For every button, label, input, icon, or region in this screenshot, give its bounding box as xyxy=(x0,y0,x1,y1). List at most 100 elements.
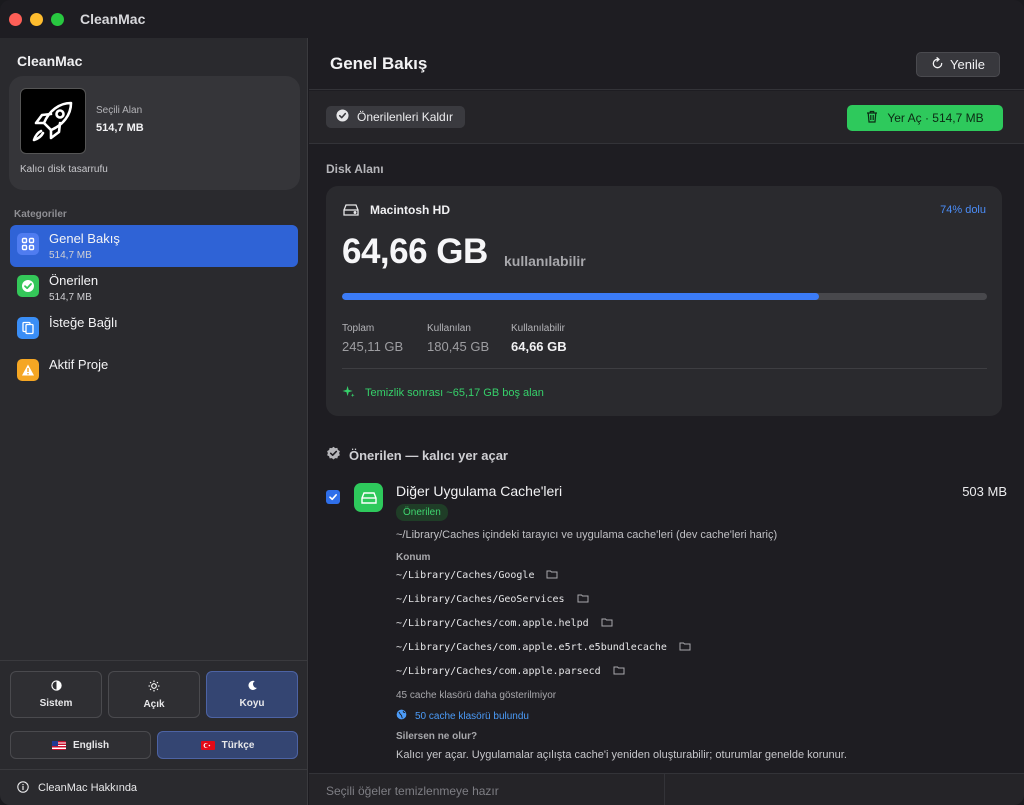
found-folders-link[interactable]: 50 cache klasörü bulundu xyxy=(396,709,529,723)
theme-dark-button[interactable]: Koyu xyxy=(206,671,298,718)
free-space-label: Yer Aç · 514,7 MB xyxy=(887,111,984,125)
sparkle-icon xyxy=(342,385,355,401)
main-header: Genel Bakış Yenile xyxy=(309,38,1024,90)
item-checkbox[interactable] xyxy=(326,490,340,504)
path-text: ~/Library/Caches/Google xyxy=(396,570,535,581)
action-bar: Önerilenleri Kaldır Yer Aç · 514,7 MB xyxy=(309,91,1024,144)
minimize-window-button[interactable] xyxy=(30,12,43,26)
title-bar: CleanMac xyxy=(0,0,1024,38)
warning-icon xyxy=(17,359,39,381)
check-badge-icon xyxy=(17,275,39,297)
refresh-icon xyxy=(931,56,944,73)
language-label: Türkçe xyxy=(221,739,255,751)
theme-label: Koyu xyxy=(239,698,265,709)
language-turkish-button[interactable]: Türkçe xyxy=(157,731,298,759)
stat-available: Kullanılabilir 64,66 GB xyxy=(511,323,567,354)
moon-icon xyxy=(247,680,258,694)
folder-icon[interactable] xyxy=(679,641,691,654)
item-size: 503 MB xyxy=(962,484,1007,499)
stat-label: Toplam xyxy=(342,323,375,334)
app-window: CleanMac CleanMac Seçili Alan 514,7 MB K… xyxy=(0,0,1024,805)
disk-available-amount: 64,66 GB xyxy=(342,232,488,271)
sidebar-item-overview[interactable]: Genel Bakış 514,7 MB xyxy=(10,225,298,267)
refresh-label: Yenile xyxy=(950,57,985,72)
folder-icon[interactable] xyxy=(546,569,558,582)
sidebar-item-active-project[interactable]: Aktif Proje xyxy=(10,351,298,393)
sidebar-item-label: Önerilen xyxy=(49,273,99,288)
language-label: English xyxy=(72,739,110,751)
stat-label: Kullanılan xyxy=(427,323,471,334)
divider xyxy=(342,368,987,369)
location-label: Konum xyxy=(396,552,431,563)
selection-note: Kalıcı disk tasarrufu xyxy=(20,164,108,175)
status-text: Seçili öğeler temizlenmeye hazır xyxy=(326,784,499,798)
status-bar: Seçili öğeler temizlenmeye hazır xyxy=(309,773,1024,805)
path-row: ~/Library/Caches/Google xyxy=(396,569,558,582)
after-clean-estimate: Temizlik sonrası ~65,17 GB boş alan xyxy=(342,385,544,401)
selection-summary-card: Seçili Alan 514,7 MB Kalıcı disk tasarru… xyxy=(9,76,300,190)
page-title: Genel Bakış xyxy=(330,54,428,73)
close-window-button[interactable] xyxy=(9,12,22,26)
recommended-section-title: Önerilen — kalıcı yer açar xyxy=(326,446,508,464)
check-seal-icon xyxy=(326,446,341,464)
item-title: Diğer Uygulama Cache'leri xyxy=(396,483,563,499)
zoom-window-button[interactable] xyxy=(51,12,64,26)
disk-usage-fill xyxy=(342,293,820,300)
selection-value: 514,7 MB xyxy=(96,122,144,134)
hidden-folders-note: 45 cache klasörü daha gösterilmiyor xyxy=(396,690,557,701)
stat-label: Kullanılabilir xyxy=(511,323,565,334)
consequence-label: Silersen ne olur? xyxy=(396,731,478,742)
globe-icon xyxy=(396,709,407,723)
stat-value: 245,11 GB xyxy=(342,339,404,354)
folder-icon[interactable] xyxy=(601,617,613,630)
disk-section-title: Disk Alanı xyxy=(326,162,384,176)
path-text: ~/Library/Caches/com.apple.parsecd xyxy=(396,666,601,677)
sidebar-item-recommended[interactable]: Önerilen 514,7 MB xyxy=(10,267,298,309)
theme-light-button[interactable]: Açık xyxy=(108,671,200,718)
sidebar-item-optional[interactable]: İsteğe Bağlı xyxy=(10,309,298,351)
main-content: Genel Bakış Yenile Önerilenleri Kaldır Y… xyxy=(309,38,1024,805)
trash-icon xyxy=(866,110,878,126)
stat-used: Kullanılan 180,45 GB xyxy=(427,323,489,354)
sidebar-item-size: 514,7 MB xyxy=(49,292,92,303)
free-space-button[interactable]: Yer Aç · 514,7 MB xyxy=(847,105,1003,131)
disk-available-suffix: kullanılabilir xyxy=(504,253,586,269)
divider xyxy=(664,774,665,805)
disk-usage-bar xyxy=(342,293,987,300)
half-circle-icon xyxy=(50,680,62,694)
categories-heading: Kategoriler xyxy=(14,209,67,220)
consequence-text: Kalıcı yer açar. Uygulamalar açılışta ca… xyxy=(396,749,847,761)
drive-icon xyxy=(354,483,383,512)
us-flag-icon xyxy=(51,740,66,750)
path-row: ~/Library/Caches/com.apple.helpd xyxy=(396,617,613,630)
stat-value: 180,45 GB xyxy=(427,339,490,354)
found-folders-text: 50 cache klasörü bulundu xyxy=(415,710,529,722)
theme-system-button[interactable]: Sistem xyxy=(10,671,102,718)
grid-icon xyxy=(17,233,39,255)
folder-icon[interactable] xyxy=(613,665,625,678)
disk-card: Macintosh HD 74% dolu 64,66 GB kullanıla… xyxy=(326,186,1002,416)
tr-flag-icon xyxy=(200,740,215,750)
path-text: ~/Library/Caches/com.apple.helpd xyxy=(396,618,589,629)
documents-icon xyxy=(17,317,39,339)
rocket-icon xyxy=(20,88,86,154)
stat-total: Toplam 245,11 GB xyxy=(342,323,403,354)
recommended-title: Önerilen — kalıcı yer açar xyxy=(349,447,508,463)
window-title: CleanMac xyxy=(80,11,146,27)
path-row: ~/Library/Caches/GeoServices xyxy=(396,593,589,606)
remove-recommended-label: Önerilenleri Kaldır xyxy=(357,110,454,124)
folder-icon[interactable] xyxy=(577,593,589,606)
about-button[interactable]: CleanMac Hakkında xyxy=(0,769,307,805)
stat-value: 64,66 GB xyxy=(511,339,567,354)
theme-label: Sistem xyxy=(39,698,73,709)
window-controls xyxy=(9,12,64,26)
remove-recommended-button[interactable]: Önerilenleri Kaldır xyxy=(326,106,466,128)
sidebar-item-size: 514,7 MB xyxy=(49,250,92,261)
check-circle-icon xyxy=(336,109,349,125)
about-label: CleanMac Hakkında xyxy=(38,782,138,794)
recommended-badge: Önerilen xyxy=(396,504,448,521)
path-text: ~/Library/Caches/com.apple.e5rt.e5bundle… xyxy=(396,642,667,653)
refresh-button[interactable]: Yenile xyxy=(916,52,1000,77)
sidebar-item-label: Genel Bakış xyxy=(49,231,120,246)
language-english-button[interactable]: English xyxy=(10,731,151,759)
